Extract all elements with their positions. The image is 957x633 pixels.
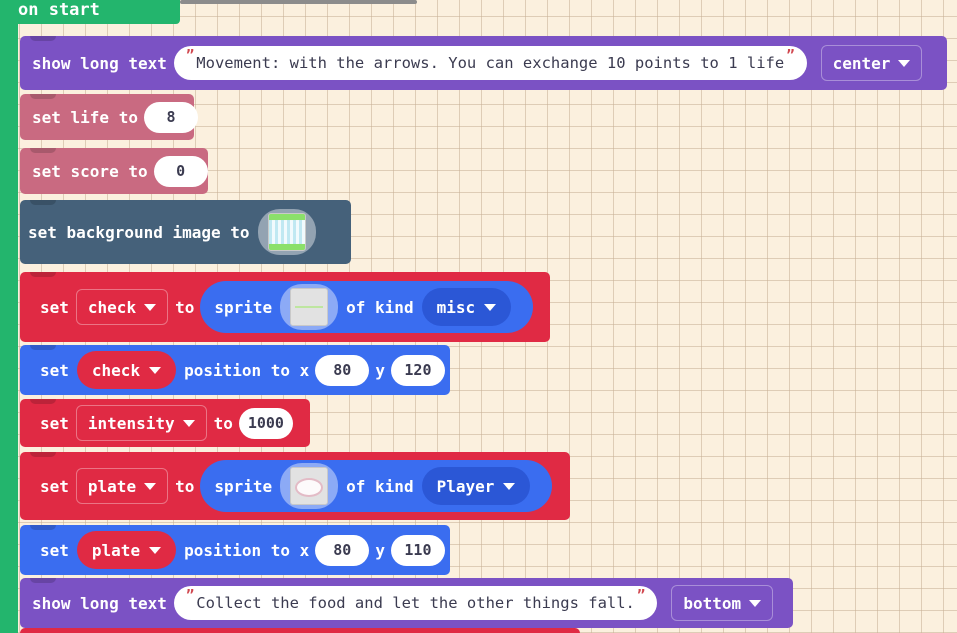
sprite-of-kind-reporter-check[interactable]: sprite of kind misc — [200, 281, 534, 333]
check-x-value-field[interactable]: 80 — [315, 354, 370, 386]
y-label: y — [375, 360, 385, 380]
kind-dropdown-label: misc — [436, 297, 476, 317]
set-background-image-label: set background image to — [28, 222, 250, 242]
sprite-image-field[interactable] — [280, 284, 339, 330]
long-text-string-field[interactable]: ” Movement: with the arrows. You can exc… — [173, 46, 807, 80]
position-to-x-label: position to x — [184, 360, 310, 380]
chevron-down-icon — [144, 482, 157, 490]
y-label: y — [375, 540, 385, 560]
chevron-down-icon — [898, 59, 911, 67]
plate-x-value-field[interactable]: 80 — [315, 534, 370, 566]
plate-y-value-field[interactable]: 110 — [390, 534, 445, 566]
quote-close-icon: ” — [786, 48, 795, 64]
variable-dropdown-label: plate — [87, 476, 137, 496]
set-life-block[interactable]: set life to 8 — [20, 94, 198, 140]
show-long-text-label: show long text — [32, 593, 167, 613]
set-score-label: set score to — [32, 161, 148, 181]
set-background-image-block[interactable]: set background image to — [20, 200, 351, 264]
kind-dropdown-player[interactable]: Player — [421, 467, 531, 505]
kind-dropdown-misc[interactable]: misc — [421, 288, 512, 326]
on-start-label: on start — [18, 0, 100, 20]
set-plate-sprite-block[interactable]: set plate to sprite of kind Player — [20, 452, 570, 520]
sprite-of-kind-reporter-plate[interactable]: sprite of kind Player — [200, 460, 553, 512]
set-check-position-block[interactable]: set check position to x 80 y 120 — [20, 345, 450, 395]
quote-open-icon: ” — [185, 588, 195, 604]
variable-dropdown-label: check — [87, 297, 137, 317]
sprite-keyword-label: sprite — [214, 297, 273, 317]
text-position-dropdown-center[interactable]: center — [820, 45, 923, 81]
kind-dropdown-label: Player — [436, 476, 495, 496]
life-value-field[interactable]: 8 — [143, 101, 198, 133]
show-long-text-block-bottom[interactable]: show long text ” Collect the food and le… — [20, 578, 793, 628]
set-keyword-label: set — [40, 540, 69, 560]
long-text-value: Movement: with the arrows. You can excha… — [196, 54, 785, 72]
of-kind-keyword-label: of kind — [346, 476, 414, 496]
variable-dropdown-plate-position[interactable]: plate — [76, 531, 177, 569]
set-keyword-label: set — [40, 360, 69, 380]
check-y-value-field[interactable]: 120 — [390, 354, 445, 386]
blank-sprite-thumbnail-icon — [290, 288, 329, 326]
of-kind-keyword-label: of kind — [346, 297, 414, 317]
set-score-block[interactable]: set score to 0 — [20, 148, 208, 194]
to-keyword-label: to — [175, 476, 195, 496]
set-keyword-label: set — [40, 297, 69, 317]
on-start-block[interactable]: on start — [0, 0, 180, 24]
variable-dropdown-intensity[interactable]: intensity — [75, 405, 207, 441]
sprite-keyword-label: sprite — [214, 476, 273, 496]
show-long-text-block-top[interactable]: show long text ” Movement: with the arro… — [20, 36, 947, 90]
plate-sprite-thumbnail-icon — [290, 467, 329, 505]
background-thumbnail-icon — [267, 213, 306, 251]
set-check-sprite-block[interactable]: set check to sprite of kind misc — [20, 272, 550, 342]
set-keyword-label: set — [40, 476, 69, 496]
long-text-value: Collect the food and let the other thing… — [196, 594, 635, 612]
set-intensity-block[interactable]: set intensity to 1000 — [20, 399, 310, 447]
horizontal-scrollbar[interactable] — [180, 0, 417, 4]
show-long-text-label: show long text — [32, 53, 167, 73]
set-keyword-label: set — [40, 413, 69, 433]
to-keyword-label: to — [175, 297, 195, 317]
set-plate-position-block[interactable]: set plate position to x 80 y 110 — [20, 525, 450, 575]
quote-open-icon: ” — [185, 48, 195, 64]
quote-close-icon: ” — [636, 588, 646, 604]
chevron-down-icon — [149, 546, 162, 554]
variable-dropdown-label: check — [91, 360, 141, 380]
variable-dropdown-check-position[interactable]: check — [76, 351, 177, 389]
chevron-down-icon — [149, 366, 162, 374]
on-start-container-wall — [0, 22, 18, 633]
chevron-down-icon — [144, 303, 157, 311]
next-block-clipped[interactable] — [20, 628, 580, 633]
text-position-dropdown-bottom[interactable]: bottom — [671, 585, 774, 621]
score-value-field[interactable]: 0 — [153, 155, 208, 187]
to-keyword-label: to — [213, 413, 233, 433]
background-image-field[interactable] — [257, 209, 316, 255]
text-position-dropdown-label: center — [832, 53, 891, 73]
position-to-x-label: position to x — [184, 540, 310, 560]
chevron-down-icon — [182, 419, 195, 427]
sprite-image-field[interactable] — [280, 463, 339, 509]
chevron-down-icon — [503, 482, 516, 490]
set-life-label: set life to — [32, 107, 138, 127]
text-position-dropdown-label: bottom — [683, 593, 742, 613]
blocks-workspace-canvas[interactable]: on start show long text ” Movement: with… — [0, 0, 957, 633]
variable-dropdown-label: plate — [91, 540, 141, 560]
long-text-string-field[interactable]: ” Collect the food and let the other thi… — [173, 586, 658, 620]
chevron-down-icon — [484, 303, 497, 311]
variable-dropdown-plate[interactable]: plate — [75, 468, 169, 504]
chevron-down-icon — [749, 599, 762, 607]
intensity-value-field[interactable]: 1000 — [238, 407, 293, 439]
variable-dropdown-label: intensity — [87, 413, 175, 433]
variable-dropdown-check[interactable]: check — [75, 289, 169, 325]
